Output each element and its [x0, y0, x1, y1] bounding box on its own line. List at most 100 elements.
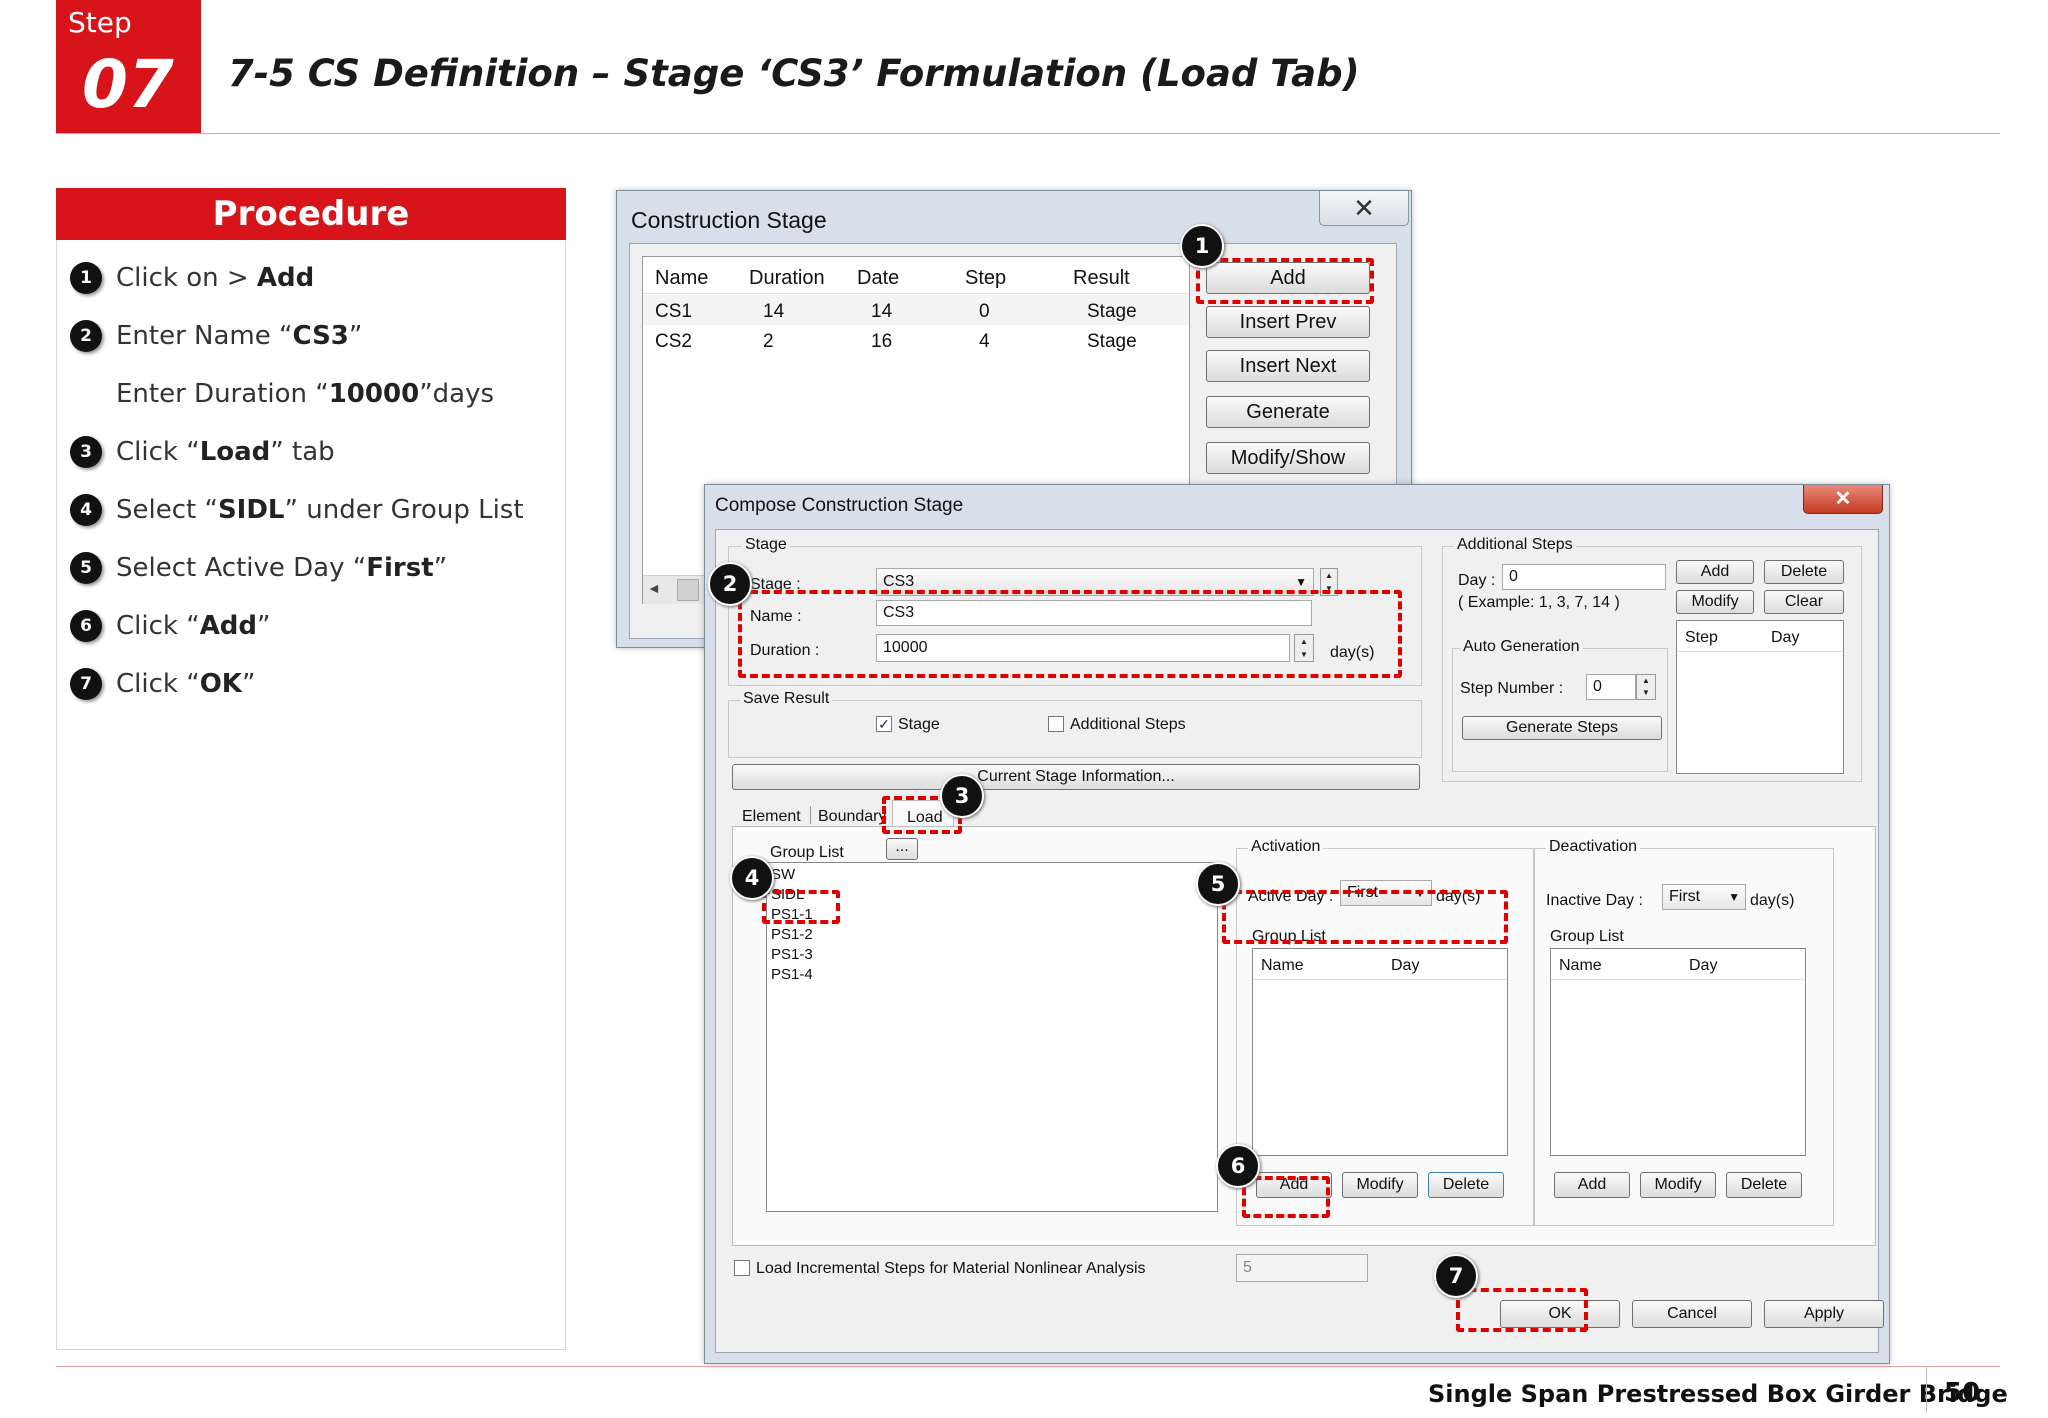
cell: 14: [871, 301, 893, 322]
procedure-step: 4 Select “SIDL” under Group List: [70, 494, 524, 526]
load-incremental-checkbox[interactable]: [734, 1260, 750, 1276]
tab-boundary[interactable]: Boundary: [818, 808, 887, 826]
insert-prev-button[interactable]: Insert Prev: [1206, 306, 1370, 338]
tab-element[interactable]: Element: [742, 808, 801, 826]
inactive-day-label: Inactive Day :: [1546, 892, 1643, 909]
additional-steps-list[interactable]: Step Day: [1676, 620, 1844, 774]
generate-steps-button[interactable]: Generate Steps: [1462, 716, 1662, 740]
header-divider: [1253, 979, 1507, 980]
deactivation-modify-button[interactable]: Modify: [1640, 1172, 1716, 1198]
scroll-thumb[interactable]: [677, 579, 699, 601]
step-text-post: ”: [348, 321, 363, 351]
step-text-pre: Click “: [116, 669, 200, 699]
step-number: 07: [82, 46, 174, 123]
close-icon[interactable]: ✕: [1319, 191, 1409, 226]
inactive-day-select[interactable]: First ▼: [1662, 884, 1746, 910]
page-number: 50: [1944, 1378, 1981, 1408]
step-text-pre: Enter Name “: [116, 321, 293, 351]
apply-button[interactable]: Apply: [1764, 1300, 1884, 1328]
header-divider: [1551, 979, 1805, 980]
step-text-bold: Add: [256, 263, 315, 293]
additional-steps-checkbox[interactable]: [1048, 716, 1064, 732]
highlight-name-duration: [738, 590, 1402, 678]
additional-steps-label: Additional Steps: [1454, 536, 1576, 554]
step-text-post: ” tab: [270, 437, 335, 467]
list-item[interactable]: SW: [771, 867, 795, 883]
activation-modify-button[interactable]: Modify: [1342, 1172, 1418, 1198]
step-number-input[interactable]: 0: [1586, 674, 1636, 700]
list-item[interactable]: PS1-4: [771, 967, 813, 983]
modify-show-button[interactable]: Modify/Show: [1206, 442, 1370, 474]
step-bullet: 1: [70, 262, 102, 294]
step-text-bold: Load: [199, 437, 271, 467]
step-text-pre: Select Active Day “: [116, 553, 367, 583]
additional-add-button[interactable]: Add: [1676, 560, 1754, 584]
inactive-day-unit: day(s): [1750, 892, 1795, 909]
step-text-post: ” under Group List: [284, 495, 524, 525]
deactivation-delete-button[interactable]: Delete: [1726, 1172, 1802, 1198]
callout-5: 5: [1196, 862, 1240, 906]
step-number-spinner[interactable]: ▲ ▼: [1636, 674, 1656, 700]
generate-button[interactable]: Generate: [1206, 396, 1370, 428]
tab-divider: [810, 806, 811, 824]
additional-clear-button[interactable]: Clear: [1764, 590, 1844, 614]
scroll-left-icon[interactable]: ◄: [647, 580, 661, 596]
footer-divider: [56, 1366, 2000, 1367]
cell: Stage: [1087, 301, 1137, 322]
deactivation-add-button[interactable]: Add: [1554, 1172, 1630, 1198]
day-input[interactable]: 0: [1502, 564, 1666, 590]
list-item[interactable]: PS1-2: [771, 927, 813, 943]
column-header[interactable]: Day: [1689, 957, 1717, 975]
load-incremental-input[interactable]: 5: [1236, 1254, 1368, 1282]
step-text-pre: Click on >: [116, 263, 257, 293]
stage-checkbox[interactable]: ✓: [876, 716, 892, 732]
stage-group-label: Stage: [742, 536, 790, 554]
column-header[interactable]: Date: [857, 267, 899, 290]
list-item[interactable]: PS1-3: [771, 947, 813, 963]
step-bullet: 5: [70, 552, 102, 584]
deactivation-list[interactable]: Name Day: [1550, 948, 1806, 1156]
column-header[interactable]: Step: [965, 267, 1006, 290]
column-header[interactable]: Name: [1261, 957, 1304, 975]
current-stage-information-button[interactable]: Current Stage Information...: [732, 764, 1420, 790]
page-title: 7-5 CS Definition – Stage ‘CS3’ Formulat…: [228, 52, 1360, 95]
stage-checkbox-label: Stage: [898, 716, 940, 733]
group-list-label: Group List: [770, 844, 844, 861]
step-text-bold: 10000: [328, 379, 420, 409]
auto-generation-label: Auto Generation: [1460, 638, 1583, 656]
step-text: Click “Load” tab: [116, 437, 335, 467]
step-text: Select Active Day “First”: [116, 553, 447, 583]
footer-title: Single Span Prestressed Box Girder Bridg…: [1428, 1380, 2008, 1408]
column-header[interactable]: Name: [655, 267, 708, 290]
additional-delete-button[interactable]: Delete: [1764, 560, 1844, 584]
step-text: Click on > Add: [116, 263, 314, 293]
activation-delete-button[interactable]: Delete: [1428, 1172, 1504, 1198]
cell: CS1: [655, 301, 692, 322]
table-row[interactable]: CS2 2 16 4 Stage: [643, 325, 1189, 355]
column-header[interactable]: Duration: [749, 267, 825, 290]
column-header[interactable]: Day: [1771, 629, 1799, 647]
day-label: Day :: [1458, 572, 1496, 589]
table-row[interactable]: CS1 14 14 0 Stage: [643, 295, 1189, 325]
column-header[interactable]: Result: [1073, 267, 1130, 290]
column-header[interactable]: Name: [1559, 957, 1602, 975]
step-number-label: Step Number :: [1460, 680, 1564, 697]
chevron-down-icon: ▼: [1728, 890, 1740, 904]
save-result-label: Save Result: [740, 690, 833, 708]
cell: Stage: [1087, 331, 1137, 352]
cell: 2: [763, 331, 774, 352]
day-example: ( Example: 1, 3, 7, 14 ): [1458, 594, 1620, 611]
additional-modify-button[interactable]: Modify: [1676, 590, 1754, 614]
column-header[interactable]: Day: [1391, 957, 1419, 975]
insert-next-button[interactable]: Insert Next: [1206, 350, 1370, 382]
step-text-bold: SIDL: [217, 495, 285, 525]
callout-6: 6: [1216, 1144, 1260, 1188]
highlight-activation-add: [1242, 1176, 1330, 1218]
group-list-more-button[interactable]: ...: [886, 838, 918, 860]
step-text-bold: CS3: [292, 321, 349, 351]
column-header[interactable]: Step: [1685, 629, 1718, 647]
step-bullet: 3: [70, 436, 102, 468]
close-icon[interactable]: ✕: [1803, 485, 1883, 514]
cancel-button[interactable]: Cancel: [1632, 1300, 1752, 1328]
activation-list[interactable]: Name Day: [1252, 948, 1508, 1156]
